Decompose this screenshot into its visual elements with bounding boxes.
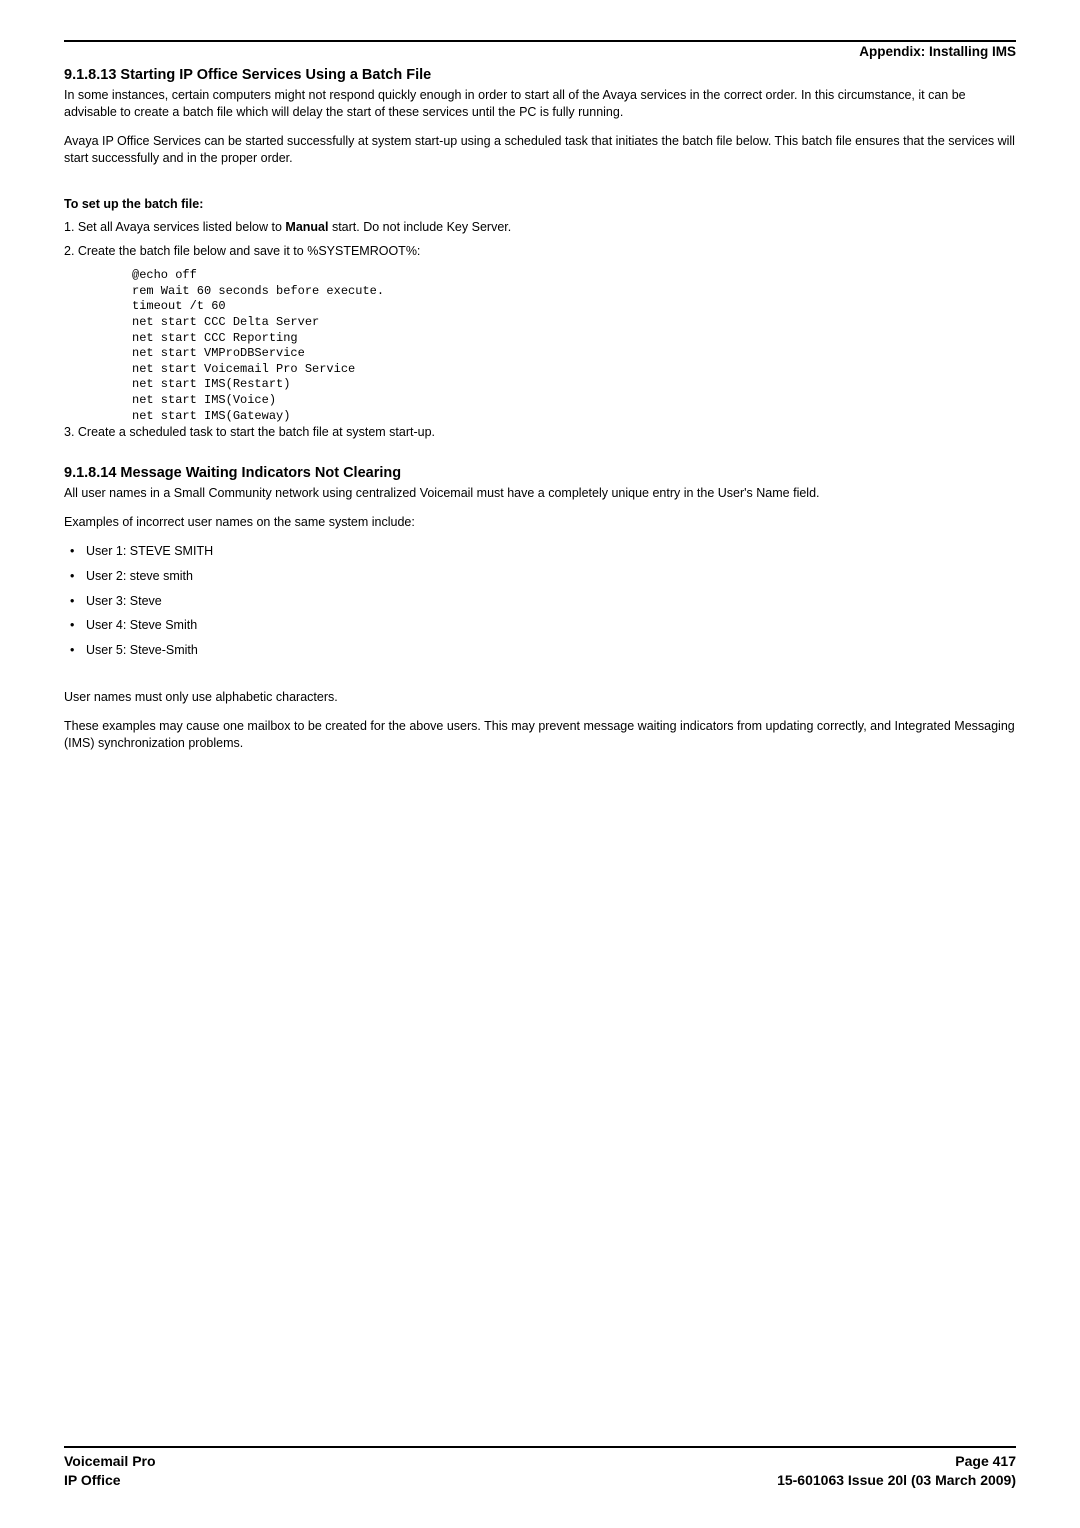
step1-bold: Manual: [285, 220, 328, 234]
footer-left: Voicemail Pro IP Office: [64, 1452, 156, 1490]
user-name-bullet-list: User 1: STEVE SMITH User 2: steve smith …: [70, 543, 1016, 667]
page-footer: Voicemail Pro IP Office Page 417 15-6010…: [64, 1452, 1016, 1490]
footer-right-line1: Page 417: [777, 1452, 1016, 1471]
footer-right-line2: 15-601063 Issue 20l (03 March 2009): [777, 1471, 1016, 1490]
step-3: 3. Create a scheduled task to start the …: [64, 424, 1016, 441]
footer-right: Page 417 15-601063 Issue 20l (03 March 2…: [777, 1452, 1016, 1490]
step-1: 1. Set all Avaya services listed below t…: [64, 219, 1016, 236]
gap: [64, 679, 1016, 689]
section-heading-mwi: 9.1.8.14 Message Waiting Indicators Not …: [64, 465, 1016, 481]
setup-heading: To set up the batch file:: [64, 197, 1016, 211]
section2-para3: User names must only use alphabetic char…: [64, 689, 1016, 706]
header-rule: [64, 40, 1016, 42]
step1-post: start. Do not include Key Server.: [328, 220, 511, 234]
list-item: User 3: Steve: [70, 593, 1016, 610]
content-spacer: [64, 764, 1016, 1438]
step1-pre: 1. Set all Avaya services listed below t…: [64, 220, 285, 234]
step-2: 2. Create the batch file below and save …: [64, 243, 1016, 260]
list-item: User 5: Steve-Smith: [70, 642, 1016, 659]
section-gap: [64, 441, 1016, 463]
section-heading-batch-file: 9.1.8.13 Starting IP Office Services Usi…: [64, 67, 1016, 83]
batch-code-block: @echo off rem Wait 60 seconds before exe…: [132, 268, 1016, 424]
footer-left-line2: IP Office: [64, 1471, 156, 1490]
section2-para1: All user names in a Small Community netw…: [64, 485, 1016, 502]
appendix-header: Appendix: Installing IMS: [64, 44, 1016, 59]
section2-para4: These examples may cause one mailbox to …: [64, 718, 1016, 752]
section2-para2: Examples of incorrect user names on the …: [64, 514, 1016, 531]
list-item: User 1: STEVE SMITH: [70, 543, 1016, 560]
footer-rule: [64, 1446, 1016, 1448]
document-page: Appendix: Installing IMS 9.1.8.13 Starti…: [0, 0, 1080, 1528]
section1-para1: In some instances, certain computers mig…: [64, 87, 1016, 121]
list-item: User 4: Steve Smith: [70, 617, 1016, 634]
footer-left-line1: Voicemail Pro: [64, 1452, 156, 1471]
section1-para2: Avaya IP Office Services can be started …: [64, 133, 1016, 167]
list-item: User 2: steve smith: [70, 568, 1016, 585]
